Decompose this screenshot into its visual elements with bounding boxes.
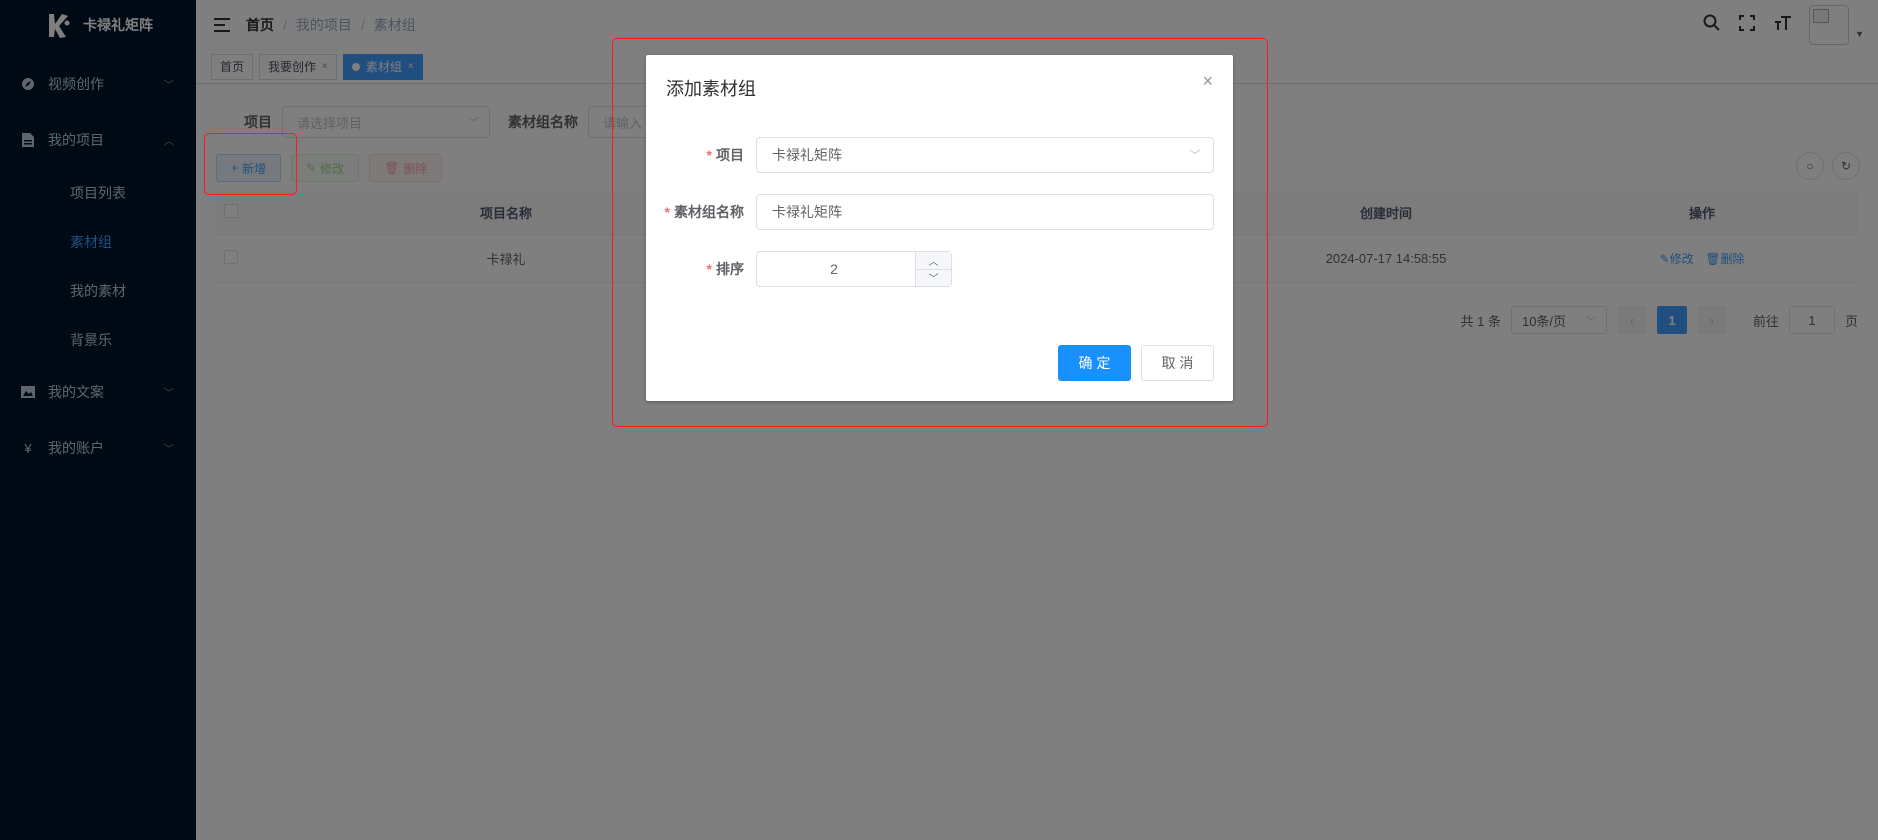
annotation-highlight-add (204, 133, 297, 195)
annotation-highlight-dialog (612, 38, 1268, 427)
